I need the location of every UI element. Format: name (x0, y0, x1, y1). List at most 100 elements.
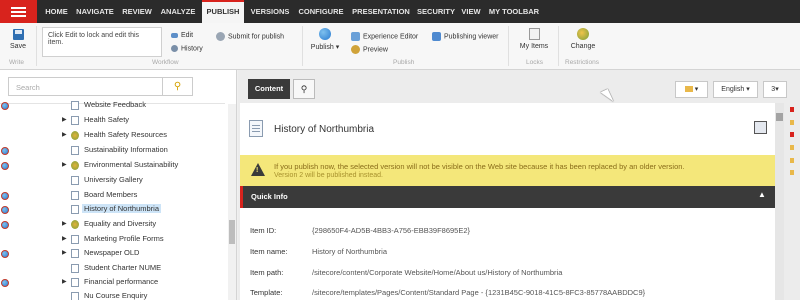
tree-item[interactable]: Sustainability Information (0, 143, 228, 158)
tree-item-label: Sustainability Information (84, 145, 168, 154)
page-icon (71, 116, 79, 125)
chevron-down-icon: ▾ (335, 44, 340, 51)
tab-content[interactable]: Content (248, 79, 290, 99)
page-icon (71, 235, 79, 244)
tree-item[interactable]: ▶ Financial performance (0, 275, 228, 290)
item-name-label: Item name: (250, 247, 288, 256)
history-icon (171, 45, 178, 52)
validation-marker[interactable] (790, 145, 794, 150)
change-button[interactable]: Change (568, 28, 598, 50)
tree-item[interactable]: ▶ Marketing Profile Forms (0, 232, 228, 247)
page-icon (71, 101, 79, 110)
hamburger-menu-button[interactable] (0, 0, 37, 23)
publishing-viewer-icon (432, 32, 441, 41)
expand-arrow-icon[interactable]: ▶ (62, 220, 67, 227)
tab-home[interactable]: HOME (40, 0, 73, 23)
tree-item[interactable]: Nu Course Enquiry (0, 289, 228, 300)
tab-my-toolbar[interactable]: MY TOOLBAR (487, 0, 541, 23)
tab-versions[interactable]: VERSIONS (248, 0, 292, 23)
avatar[interactable] (754, 121, 767, 134)
tab-view[interactable]: VIEW (460, 0, 482, 23)
submit-icon (216, 32, 225, 41)
experience-editor-icon (351, 32, 360, 41)
experience-editor-button[interactable]: Experience Editor (351, 32, 418, 41)
globe-icon (1, 147, 9, 155)
warning-message: If you publish now, the selected version… (274, 162, 685, 171)
tree-item[interactable]: Student Charter NUME (0, 261, 228, 276)
tab-navigate[interactable]: NAVIGATE (74, 0, 116, 23)
validation-marker[interactable] (790, 170, 794, 175)
tree-item[interactable]: ▶ Equality and Diversity (0, 217, 228, 232)
tree-item[interactable]: ▶ Health Safety (0, 113, 228, 128)
globe-icon (1, 250, 9, 258)
tree-item[interactable]: University Gallery (0, 173, 228, 188)
validation-marker[interactable] (790, 132, 794, 137)
tree-item-label: History of Northumbria (82, 204, 162, 213)
tree-item-label: University Gallery (84, 175, 143, 184)
tab-review[interactable]: REVIEW (120, 0, 154, 23)
expand-arrow-icon[interactable]: ▶ (62, 249, 67, 256)
divider (36, 26, 37, 66)
tree-item[interactable]: ▶ Health Safety Resources (0, 128, 228, 143)
expand-arrow-icon[interactable]: ▶ (62, 116, 67, 123)
version-selector[interactable]: 3▾ (763, 81, 787, 98)
tab-publish[interactable]: PUBLISH (202, 0, 244, 23)
quick-info-header[interactable]: Quick Info ▲ (240, 186, 775, 208)
tab-configure[interactable]: CONFIGURE (296, 0, 346, 23)
page-icon (71, 264, 79, 273)
tree-item[interactable]: ▶ Newspaper OLD (0, 246, 228, 261)
page-icon (71, 176, 79, 185)
tree-item[interactable]: Website Feedback (0, 98, 228, 113)
preview-label: Preview (363, 46, 388, 54)
tab-presentation[interactable]: PRESENTATION (350, 0, 412, 23)
tree-scrollbar[interactable] (228, 104, 236, 300)
tree-item[interactable]: ▶ Environmental Sustainability (0, 158, 228, 173)
page-icon (71, 249, 79, 258)
tree-item[interactable]: Board Members (0, 188, 228, 203)
content-scrollbar[interactable] (775, 103, 784, 300)
history-label: History (181, 45, 203, 53)
restrictions-icon (577, 28, 589, 40)
search-button[interactable]: ⚲ (163, 77, 193, 96)
my-items-button[interactable]: My Items (518, 28, 550, 50)
tree-scrollbar-thumb[interactable] (229, 220, 235, 244)
content-scrollbar-thumb[interactable] (776, 113, 783, 121)
search-input[interactable]: Search (8, 77, 163, 96)
validation-marker[interactable] (790, 107, 794, 112)
validation-marker[interactable] (790, 158, 794, 163)
chevron-up-icon[interactable]: ▲ (758, 190, 766, 199)
content-search-button[interactable]: ⚲ (293, 79, 315, 99)
tree-item-label: Board Members (84, 190, 138, 199)
hamburger-icon (11, 7, 26, 9)
language-selector[interactable]: English ▾ (713, 81, 758, 98)
tree-item-label: Equality and Diversity (84, 219, 157, 228)
tab-security[interactable]: SECURITY (415, 0, 457, 23)
my-items-icon (528, 28, 540, 40)
history-button[interactable]: History (171, 45, 203, 52)
tree-item-label: Nu Course Enquiry (84, 291, 148, 300)
publish-label: Publish (310, 44, 334, 51)
item-editor: History of Northumbria ! If you publish … (240, 103, 775, 300)
edit-label: Edit (181, 32, 194, 39)
expand-arrow-icon[interactable]: ▶ (62, 161, 67, 168)
page-icon (249, 120, 263, 137)
publishing-viewer-button[interactable]: Publishing viewer (432, 32, 498, 41)
expand-arrow-icon[interactable]: ▶ (62, 235, 67, 242)
save-button[interactable]: Save (9, 29, 27, 50)
submit-for-publish-button[interactable]: Submit for publish (216, 32, 284, 41)
tree-item-label: Student Charter NUME (84, 263, 162, 272)
validation-marker[interactable] (790, 120, 794, 125)
write-group-label: Write (9, 59, 25, 66)
expand-arrow-icon[interactable]: ▶ (62, 131, 67, 138)
notification-button[interactable]: ▾ (675, 81, 708, 98)
workflow-group-label: Workflow (152, 59, 179, 66)
tree-item-selected[interactable]: History of Northumbria (0, 202, 228, 217)
tab-analyze[interactable]: ANALYZE (158, 0, 198, 23)
expand-arrow-icon[interactable]: ▶ (62, 278, 67, 285)
edit-button[interactable]: Edit (171, 32, 193, 39)
tree-item-label: Marketing Profile Forms (84, 234, 164, 243)
preview-icon (351, 45, 360, 54)
folder-icon (71, 220, 79, 229)
publish-button[interactable]: Publish ▾ (308, 28, 342, 51)
preview-button[interactable]: Preview (351, 45, 388, 54)
